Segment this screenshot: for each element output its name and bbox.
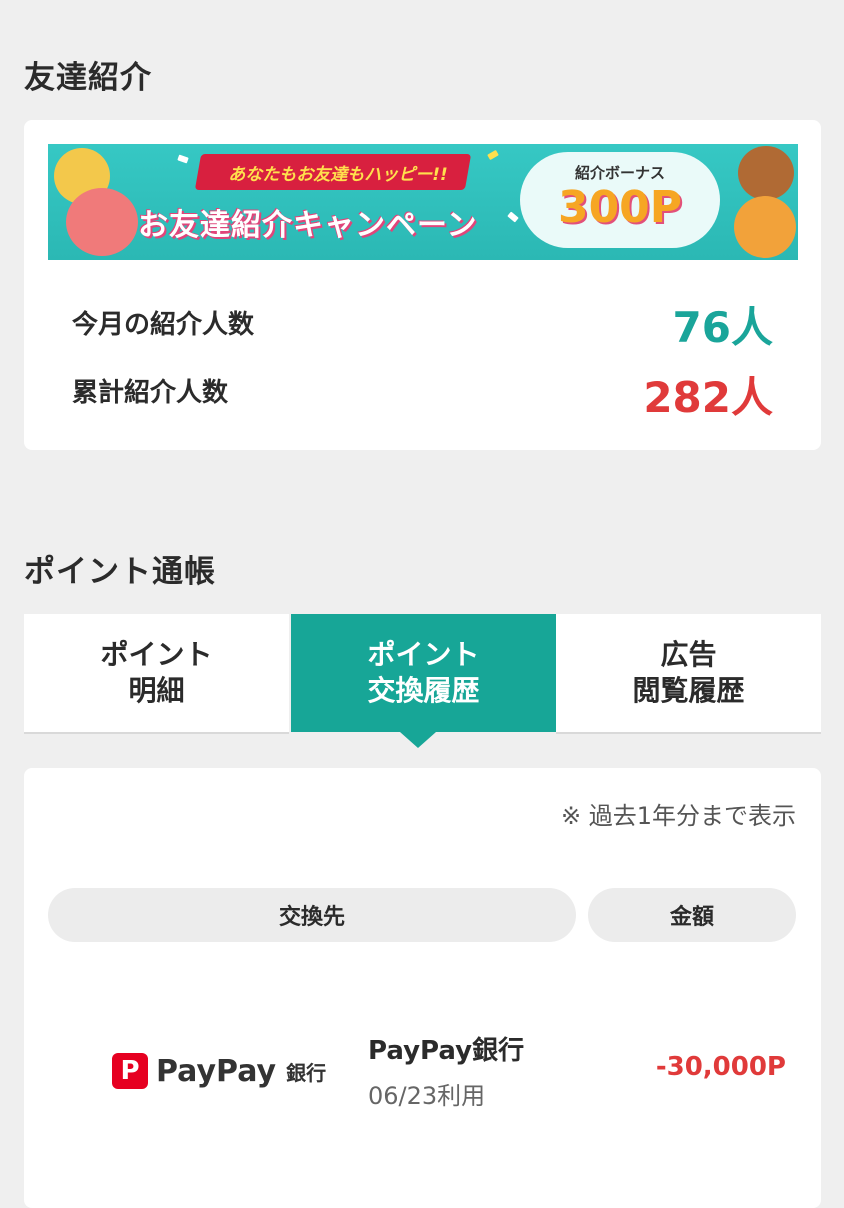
tab-label: ポイント [367, 638, 480, 671]
confetti [487, 149, 499, 161]
confetti [507, 211, 519, 223]
mascot-icon [738, 146, 794, 200]
tab-label: ポイント [100, 638, 213, 671]
paypay-logo-icon: P [112, 1053, 148, 1089]
paypay-logo-text: PayPay [156, 1053, 277, 1089]
exchange-history-card [24, 768, 821, 1208]
exchange-date: 06/23利用 [368, 1082, 486, 1110]
tab-label: 広告 [660, 638, 717, 671]
paypay-logo: P PayPay 銀行 [112, 1052, 326, 1090]
tab-exchange-history[interactable]: ポイント 交換履歴 [291, 614, 556, 732]
monthly-referrals-label: 今月の紹介人数 [72, 310, 255, 340]
total-referrals-label: 累計紹介人数 [72, 378, 229, 408]
referral-section-title: 友達紹介 [24, 60, 152, 96]
exchange-amount: -30,000P [655, 1052, 786, 1082]
passbook-section-title: ポイント通帳 [24, 554, 216, 590]
squirrel-mascot-icon [734, 196, 796, 258]
paypay-logo-sub: 銀行 [286, 1060, 327, 1085]
exchange-destination-name: PayPay銀行 [368, 1036, 525, 1066]
confetti [177, 154, 189, 164]
tab-label: 明細 [128, 674, 185, 707]
banner-ribbon-text: あなたもお友達もハッピー!! [228, 165, 448, 185]
header-destination: 交換先 [48, 888, 576, 942]
passbook-tabs: ポイント 明細 ポイント 交換履歴 広告 閲覧履歴 [24, 614, 821, 734]
history-range-note: ※ 過去1年分まで表示 [560, 802, 796, 830]
tab-ad-view-history[interactable]: 広告 閲覧履歴 [556, 614, 821, 732]
referral-campaign-banner[interactable]: あなたもお友達もハッピー!! お友達紹介キャンペーン 紹介ボーナス 300P [48, 144, 798, 260]
bonus-label: 紹介ボーナス [574, 164, 665, 182]
header-amount: 金額 [588, 888, 796, 942]
banner-campaign-title: お友達紹介キャンペーン [138, 208, 478, 243]
active-tab-indicator [400, 732, 436, 748]
tab-label: 閲覧履歴 [632, 674, 745, 707]
squirrel-mascot-icon [66, 188, 138, 256]
total-referrals-value: 282人 [643, 373, 773, 422]
bonus-badge: 紹介ボーナス 300P [520, 152, 720, 248]
tab-label: 交換履歴 [367, 674, 480, 707]
referral-card: あなたもお友達もハッピー!! お友達紹介キャンペーン 紹介ボーナス 300P 今… [24, 120, 821, 450]
monthly-referrals-value: 76人 [672, 303, 773, 352]
bonus-value: 300P [557, 182, 683, 233]
tab-point-details[interactable]: ポイント 明細 [24, 614, 289, 732]
